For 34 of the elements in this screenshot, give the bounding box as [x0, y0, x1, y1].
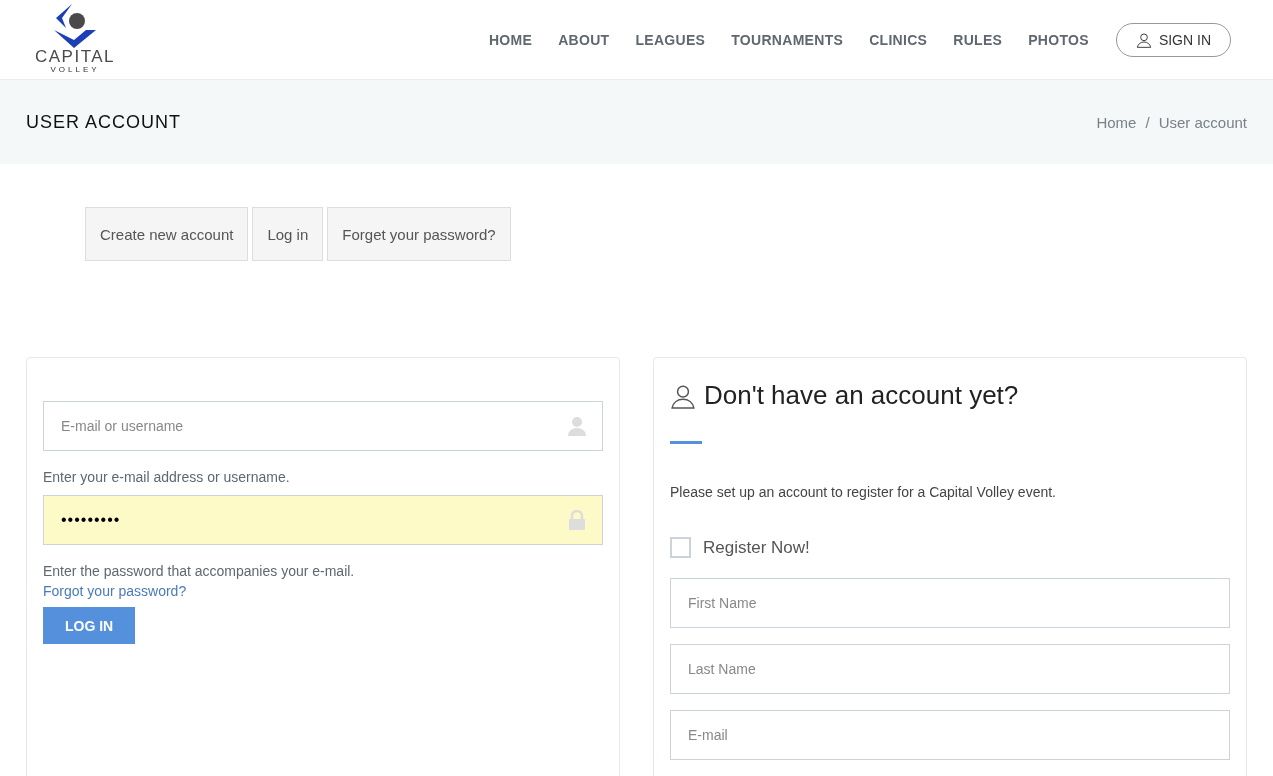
nav-link[interactable]: PHOTOS	[1015, 31, 1102, 48]
lock-icon	[568, 510, 586, 530]
register-text: Please set up an account to register for a Capital Volley event.	[670, 484, 1057, 500]
register-checkbox[interactable]	[670, 537, 691, 558]
user-icon	[567, 416, 587, 436]
nav-link[interactable]: HOME	[475, 31, 546, 48]
nav-link[interactable]: CLINICS	[856, 31, 941, 48]
sign-in-button[interactable]: SIGN IN	[1115, 22, 1231, 57]
username-field[interactable]: E-mail or username	[43, 401, 603, 451]
nav-link[interactable]: ABOUT	[545, 31, 623, 48]
logo-text: CAPITAL	[34, 47, 116, 65]
forgot-password-link[interactable]: Forgot your password?	[43, 583, 603, 599]
help-text: Enter your e-mail address or username.	[43, 469, 291, 485]
user-icon	[1135, 31, 1152, 48]
help-text: Enter the password that accompanies your e-mail.	[43, 563, 356, 579]
text-field[interactable]: Last Name	[670, 644, 1230, 694]
logo-subtext: VOLLEY	[50, 64, 100, 74]
account-tab[interactable]: Forget your password?	[327, 207, 511, 261]
nav-link[interactable]: TOURNAMENTS	[718, 31, 857, 48]
breadcrumb-link[interactable]: User account	[1158, 113, 1247, 131]
page-title: USER ACCOUNT	[26, 111, 181, 133]
nav-link[interactable]: RULES	[940, 31, 1016, 48]
account-tab[interactable]: Log in	[252, 207, 324, 261]
register-heading: Don't have an account yet?	[704, 380, 1019, 411]
accent-rule	[670, 441, 702, 444]
account-tab[interactable]: Create new account	[85, 207, 249, 261]
breadcrumb-separator: /	[1145, 113, 1150, 131]
nav-link[interactable]: LEAGUES	[622, 31, 719, 48]
breadcrumb-link[interactable]: Home	[1096, 113, 1137, 131]
text-field[interactable]: First Name	[670, 578, 1230, 628]
login-button[interactable]: LOG IN	[43, 607, 136, 644]
text-field[interactable]: E-mail	[670, 710, 1230, 760]
password-field[interactable]: •••••••••	[43, 495, 603, 545]
checkbox-label: Register Now!	[703, 537, 810, 558]
